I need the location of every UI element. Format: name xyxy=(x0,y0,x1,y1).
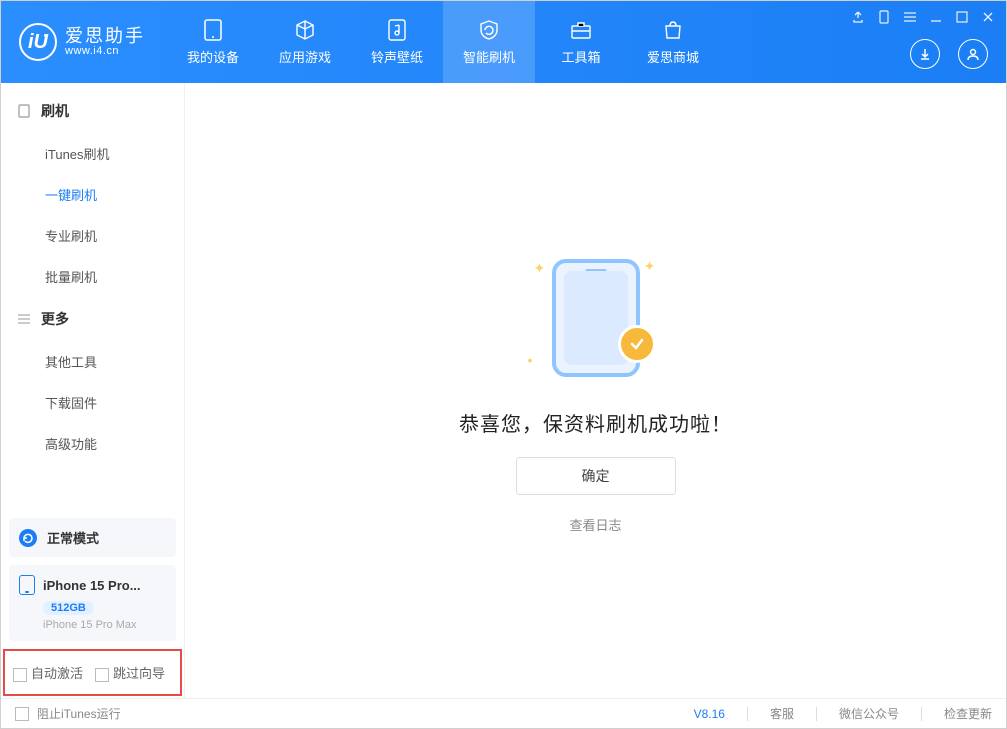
sidebar-item-oneclick-flash[interactable]: 一键刷机 xyxy=(1,174,184,215)
feedback-icon[interactable] xyxy=(850,9,866,25)
minimize-icon[interactable] xyxy=(928,9,944,25)
footer: 阻止iTunes运行 V8.16 客服 微信公众号 检查更新 xyxy=(1,698,1006,728)
sidebar-item-batch-flash[interactable]: 批量刷机 xyxy=(1,256,184,297)
sidebar-item-download-firmware[interactable]: 下载固件 xyxy=(1,382,184,423)
success-illustration: ✦ ✦ • xyxy=(516,248,676,388)
ok-button[interactable]: 确定 xyxy=(516,457,676,495)
logo-area: iU 爱思助手 www.i4.cn xyxy=(1,23,159,61)
group1-label: 刷机 xyxy=(41,101,69,121)
sparkle-icon: • xyxy=(528,352,533,368)
sidebar-item-pro-flash[interactable]: 专业刷机 xyxy=(1,215,184,256)
download-button[interactable] xyxy=(910,39,940,69)
sidebar-item-other-tools[interactable]: 其他工具 xyxy=(1,341,184,382)
device-mode-box[interactable]: 正常模式 xyxy=(9,518,176,557)
view-log-link[interactable]: 查看日志 xyxy=(569,515,621,534)
tab-label: 铃声壁纸 xyxy=(371,47,423,66)
auto-activate-option[interactable]: 自动激活 xyxy=(13,663,83,682)
sidebar-group-more: 更多 xyxy=(1,297,184,341)
version-label: V8.16 xyxy=(694,707,725,721)
app-name: 爱思助手 xyxy=(65,27,145,45)
body: 刷机 iTunes刷机 一键刷机 专业刷机 批量刷机 更多 其他工具 下载固件 … xyxy=(1,83,1006,698)
group2-label: 更多 xyxy=(41,309,69,329)
window-controls xyxy=(850,9,996,25)
tab-toolbox[interactable]: 工具箱 xyxy=(535,1,627,83)
sidebar-bottom: 正常模式 iPhone 15 Pro... 512GB iPhone 15 Pr… xyxy=(1,510,184,698)
footer-right: V8.16 客服 微信公众号 检查更新 xyxy=(694,705,992,722)
device-name: iPhone 15 Pro... xyxy=(43,578,141,593)
auto-activate-checkbox[interactable] xyxy=(13,668,27,682)
sparkle-icon: ✦ xyxy=(644,258,656,275)
skip-guide-checkbox[interactable] xyxy=(95,668,109,682)
skip-guide-option[interactable]: 跳过向导 xyxy=(95,663,165,682)
device-icon xyxy=(202,19,224,41)
sidebar-item-itunes-flash[interactable]: iTunes刷机 xyxy=(1,133,184,174)
checkmark-badge-icon xyxy=(618,325,656,363)
list-icon xyxy=(17,312,31,326)
main-content: ✦ ✦ • 恭喜您，保资料刷机成功啦！ 确定 查看日志 xyxy=(185,83,1006,698)
tab-label: 我的设备 xyxy=(187,47,239,66)
storage-badge: 512GB xyxy=(43,601,94,615)
music-icon xyxy=(386,19,408,41)
shop-icon xyxy=(662,19,684,41)
footer-left: 阻止iTunes运行 xyxy=(15,705,121,722)
phone-outline-icon xyxy=(17,104,31,118)
tab-label: 爱思商城 xyxy=(647,47,699,66)
tab-label: 应用游戏 xyxy=(279,47,331,66)
sidebar-group-flash: 刷机 xyxy=(1,89,184,133)
app-url: www.i4.cn xyxy=(65,45,145,57)
app-title: 爱思助手 www.i4.cn xyxy=(65,27,145,57)
success-message: 恭喜您，保资料刷机成功啦！ xyxy=(459,408,732,437)
check-update-link[interactable]: 检查更新 xyxy=(944,705,992,722)
tab-label: 智能刷机 xyxy=(463,47,515,66)
nav-tabs: 我的设备 应用游戏 铃声壁纸 智能刷机 工具箱 爱思商城 xyxy=(167,1,719,83)
maximize-icon[interactable] xyxy=(954,9,970,25)
tab-my-device[interactable]: 我的设备 xyxy=(167,1,259,83)
mode-label: 正常模式 xyxy=(47,528,99,547)
tab-ringtone-wallpaper[interactable]: 铃声壁纸 xyxy=(351,1,443,83)
app-logo-icon: iU xyxy=(19,23,57,61)
sidebar-item-advanced[interactable]: 高级功能 xyxy=(1,423,184,464)
highlighted-options: 自动激活 跳过向导 xyxy=(3,649,182,696)
support-link[interactable]: 客服 xyxy=(770,705,794,722)
sidebar: 刷机 iTunes刷机 一键刷机 专业刷机 批量刷机 更多 其他工具 下载固件 … xyxy=(1,83,185,698)
cube-icon xyxy=(294,19,316,41)
menu-icon[interactable] xyxy=(902,9,918,25)
tab-apps-games[interactable]: 应用游戏 xyxy=(259,1,351,83)
block-itunes-checkbox[interactable] xyxy=(15,707,29,721)
header-actions xyxy=(910,39,988,69)
tab-smart-flash[interactable]: 智能刷机 xyxy=(443,1,535,83)
header: iU 爱思助手 www.i4.cn 我的设备 应用游戏 铃声壁纸 智能刷机 工具… xyxy=(1,1,1006,83)
refresh-shield-icon xyxy=(478,19,500,41)
device-full-name: iPhone 15 Pro Max xyxy=(43,619,166,631)
phone-icon[interactable] xyxy=(876,9,892,25)
refresh-circle-icon xyxy=(19,529,37,547)
sparkle-icon: ✦ xyxy=(534,260,546,277)
toolbox-icon xyxy=(570,19,592,41)
tab-store[interactable]: 爱思商城 xyxy=(627,1,719,83)
device-small-icon xyxy=(19,575,35,595)
user-button[interactable] xyxy=(958,39,988,69)
tab-label: 工具箱 xyxy=(561,47,600,66)
close-icon[interactable] xyxy=(980,9,996,25)
block-itunes-label: 阻止iTunes运行 xyxy=(37,705,121,722)
device-info-box[interactable]: iPhone 15 Pro... 512GB iPhone 15 Pro Max xyxy=(9,565,176,641)
wechat-link[interactable]: 微信公众号 xyxy=(839,705,899,722)
